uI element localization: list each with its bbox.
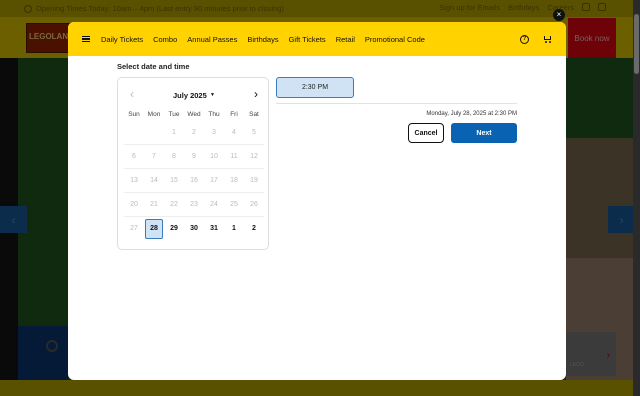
legoland-logo[interactable]: LEGOLAND bbox=[26, 23, 70, 53]
weekday-label: Wed bbox=[187, 111, 201, 118]
next-button[interactable]: Next bbox=[451, 123, 517, 143]
nav-promotional-code[interactable]: Promotional Code bbox=[365, 35, 425, 44]
help-icon[interactable]: ? bbox=[520, 34, 529, 44]
calendar-grid: 1 2 3 4 5 6 7 8 9 10 11 12 13 14 15 16 17 18 19 20 21 22 23 24 2… bbox=[124, 121, 264, 241]
topbar-link-birthdays[interactable]: Birthdays bbox=[508, 3, 539, 12]
topbar-link-signup[interactable]: Sign up for Emails bbox=[439, 3, 500, 12]
chevron-right-icon: › bbox=[619, 212, 624, 227]
calendar-day: 5 bbox=[252, 128, 256, 136]
calendar-day: 9 bbox=[192, 152, 196, 160]
nav-retail[interactable]: Retail bbox=[336, 35, 355, 44]
calendar-day[interactable]: 30 bbox=[184, 219, 204, 239]
calendar-day: 13 bbox=[130, 176, 138, 184]
calendar-day: 6 bbox=[132, 152, 136, 160]
nav-annual-passes[interactable]: Annual Passes bbox=[187, 35, 237, 44]
topbar-links: Sign up for Emails Birthdays Careers bbox=[439, 3, 606, 12]
calendar-day: 27 bbox=[130, 225, 138, 232]
next-month-button[interactable]: › bbox=[254, 88, 258, 100]
weekday-label: Sat bbox=[249, 111, 259, 118]
nav-birthdays[interactable]: Birthdays bbox=[247, 35, 278, 44]
calendar-header: ‹ July 2025 ▼ › bbox=[118, 78, 268, 108]
section-title: Select date and time bbox=[117, 62, 190, 71]
calendar-day: 7 bbox=[152, 152, 156, 160]
nav-icons: ? bbox=[520, 34, 552, 44]
calendar-week-row: 6 7 8 9 10 11 12 bbox=[124, 145, 264, 169]
chevron-right-icon: › bbox=[606, 350, 610, 361]
calendar-day: 14 bbox=[150, 176, 158, 184]
calendar-day bbox=[144, 123, 164, 143]
calendar-day: 17 bbox=[210, 176, 218, 184]
calendar-day: 16 bbox=[190, 176, 198, 184]
calendar-day: 8 bbox=[172, 152, 176, 160]
weekday-header: Sun Mon Tue Wed Thu Fri Sat bbox=[124, 111, 264, 118]
calendar-week-row: 13 14 15 16 17 18 19 bbox=[124, 169, 264, 193]
dropdown-caret-icon[interactable]: ▼ bbox=[210, 92, 215, 98]
calendar-day[interactable]: 31 bbox=[204, 219, 224, 239]
close-modal-button[interactable]: × bbox=[553, 9, 565, 21]
calendar-day: 20 bbox=[130, 200, 138, 208]
book-now-button[interactable]: Book now bbox=[568, 18, 616, 58]
hamburger-menu-icon[interactable] bbox=[82, 35, 90, 43]
prev-month-button[interactable]: ‹ bbox=[130, 88, 134, 100]
calendar-week-row: 27 28 29 30 31 1 2 bbox=[124, 217, 264, 241]
divider bbox=[276, 103, 517, 104]
calendar-day: 10 bbox=[210, 152, 218, 160]
bottom-strip bbox=[0, 380, 640, 396]
calendar-day: 24 bbox=[210, 200, 218, 208]
cart-icon[interactable] bbox=[543, 35, 552, 43]
weekday-label: Sun bbox=[128, 111, 140, 118]
weekday-label: Tue bbox=[168, 111, 180, 118]
calendar-day[interactable]: 29 bbox=[164, 219, 184, 239]
calendar-day bbox=[124, 123, 144, 143]
language-icon[interactable] bbox=[582, 3, 590, 11]
calendar-day: 4 bbox=[232, 128, 236, 136]
selected-datetime-summary: Monday, July 28, 2025 at 2:30 PM bbox=[426, 111, 517, 117]
calendar-day: 21 bbox=[150, 200, 158, 208]
calendar-day: 1 bbox=[172, 128, 176, 136]
calendar-day[interactable]: 2 bbox=[244, 219, 264, 239]
calendar-day: 25 bbox=[230, 200, 238, 208]
calendar-week-row: 20 21 22 23 24 25 26 bbox=[124, 193, 264, 217]
weekday-label: Thu bbox=[208, 111, 220, 118]
calendar-day-selected[interactable]: 28 bbox=[145, 219, 163, 239]
weekday-label: Mon bbox=[147, 111, 161, 118]
calendar-day: 2 bbox=[192, 128, 196, 136]
time-slot-button[interactable]: 2:30 PM bbox=[276, 77, 354, 98]
calendar-day: 11 bbox=[230, 152, 238, 160]
cancel-button[interactable]: Cancel bbox=[408, 123, 444, 143]
nav-daily-tickets[interactable]: Daily Tickets bbox=[101, 35, 143, 44]
calendar-day: 26 bbox=[250, 200, 258, 208]
topbar-cart-icon[interactable] bbox=[598, 3, 606, 11]
nav-gift-tickets[interactable]: Gift Tickets bbox=[289, 35, 326, 44]
calendar-week-row: 1 2 3 4 5 bbox=[124, 121, 264, 145]
calendar-day: 18 bbox=[230, 176, 238, 184]
page-scrollbar-thumb[interactable] bbox=[634, 14, 639, 74]
date-picker: ‹ July 2025 ▼ › Sun Mon Tue Wed Thu Fri … bbox=[117, 77, 269, 250]
weekday-label: Fri bbox=[230, 111, 238, 118]
booking-modal: Daily Tickets Combo Annual Passes Birthd… bbox=[68, 22, 566, 380]
chevron-left-icon: ‹ bbox=[11, 212, 16, 227]
info-card-right[interactable]: LEGO › bbox=[566, 332, 616, 376]
calendar-day[interactable]: 1 bbox=[224, 219, 244, 239]
calendar-day: 12 bbox=[250, 152, 258, 160]
month-select[interactable]: July 2025 bbox=[173, 91, 207, 100]
card-right-text: LEGO bbox=[570, 362, 584, 368]
nav-combo[interactable]: Combo bbox=[153, 35, 177, 44]
carousel-next-button[interactable]: › bbox=[608, 206, 635, 233]
calendar-day: 22 bbox=[170, 200, 178, 208]
alarm-clock-icon bbox=[46, 340, 58, 352]
calendar-day: 15 bbox=[170, 176, 178, 184]
opening-times-text: Opening Times Today: 10am – 4pm (Last en… bbox=[36, 4, 284, 13]
calendar-day: 3 bbox=[212, 128, 216, 136]
info-card-left[interactable] bbox=[18, 326, 68, 380]
opening-times-bar: Opening Times Today: 10am – 4pm (Last en… bbox=[0, 0, 640, 17]
carousel-prev-button[interactable]: ‹ bbox=[0, 206, 27, 233]
clock-icon bbox=[24, 4, 32, 13]
calendar-day: 23 bbox=[190, 200, 198, 208]
modal-nav-bar: Daily Tickets Combo Annual Passes Birthd… bbox=[68, 22, 566, 56]
calendar-day: 19 bbox=[250, 176, 258, 184]
